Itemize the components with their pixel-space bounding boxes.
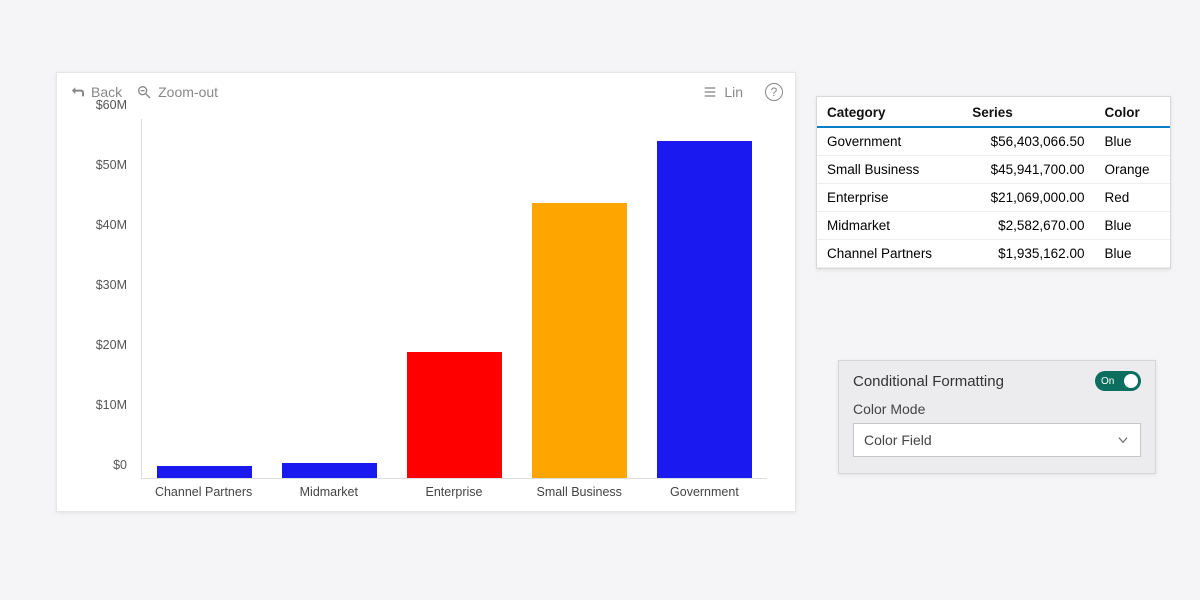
table-row[interactable]: Small Business$45,941,700.00Orange — [817, 156, 1170, 184]
toggle-state-label: On — [1101, 376, 1114, 387]
zoom-out-button[interactable]: Zoom-out — [136, 84, 218, 100]
bar-channel-partners[interactable] — [157, 466, 252, 478]
zoom-out-label: Zoom-out — [158, 84, 218, 100]
y-tick: $40M — [77, 218, 127, 232]
zoom-out-icon — [136, 84, 152, 100]
plot-area: $0$10M$20M$30M$40M$50M$60M — [77, 119, 775, 479]
list-icon — [702, 84, 718, 100]
format-title: Conditional Formatting — [853, 373, 1004, 390]
cell-category: Enterprise — [817, 184, 962, 212]
bar-enterprise[interactable] — [407, 352, 502, 478]
cell-series: $21,069,000.00 — [962, 184, 1094, 212]
data-table-body: Government$56,403,066.50BlueSmall Busine… — [817, 127, 1170, 268]
cell-series: $45,941,700.00 — [962, 156, 1094, 184]
bar-wrap — [642, 119, 767, 478]
table-row[interactable]: Enterprise$21,069,000.00Red — [817, 184, 1170, 212]
x-label: Enterprise — [391, 485, 516, 499]
th-series: Series — [962, 97, 1094, 127]
y-tick: $10M — [77, 398, 127, 412]
toggle-knob — [1124, 374, 1138, 388]
th-category: Category — [817, 97, 962, 127]
x-label: Government — [642, 485, 767, 499]
bar-wrap — [517, 119, 642, 478]
y-tick: $20M — [77, 338, 127, 352]
y-axis: $0$10M$20M$30M$40M$50M$60M — [77, 119, 133, 479]
y-tick: $0 — [77, 458, 127, 472]
conditional-formatting-toggle[interactable]: On — [1095, 371, 1141, 391]
bar-small-business[interactable] — [532, 203, 627, 478]
x-label: Small Business — [517, 485, 642, 499]
cell-series: $2,582,670.00 — [962, 212, 1094, 240]
color-mode-dropdown[interactable]: Color Field — [853, 423, 1141, 457]
dropdown-value: Color Field — [864, 432, 932, 448]
table-row[interactable]: Channel Partners$1,935,162.00Blue — [817, 240, 1170, 268]
bar-midmarket[interactable] — [282, 463, 377, 478]
bar-government[interactable] — [657, 141, 752, 478]
table-row[interactable]: Government$56,403,066.50Blue — [817, 127, 1170, 156]
data-table: Category Series Color Government$56,403,… — [817, 97, 1170, 268]
table-row[interactable]: Midmarket$2,582,670.00Blue — [817, 212, 1170, 240]
cell-color: Blue — [1094, 212, 1170, 240]
cell-series: $56,403,066.50 — [962, 127, 1094, 156]
bar-wrap — [392, 119, 517, 478]
x-label: Midmarket — [266, 485, 391, 499]
format-panel: Conditional Formatting On Color Mode Col… — [838, 360, 1156, 474]
cell-category: Channel Partners — [817, 240, 962, 268]
cell-color: Orange — [1094, 156, 1170, 184]
lin-label: Lin — [724, 84, 743, 100]
chevron-down-icon — [1116, 433, 1130, 447]
x-label: Channel Partners — [141, 485, 266, 499]
x-axis-labels: Channel PartnersMidmarketEnterpriseSmall… — [141, 485, 767, 499]
color-mode-label: Color Mode — [853, 401, 1141, 417]
chart-toolbar: Back Zoom-out Lin ? — [57, 73, 795, 111]
cell-category: Small Business — [817, 156, 962, 184]
help-icon[interactable]: ? — [765, 83, 783, 101]
cell-color: Red — [1094, 184, 1170, 212]
bars-container — [141, 119, 767, 479]
format-header: Conditional Formatting On — [853, 371, 1141, 391]
y-tick: $30M — [77, 278, 127, 292]
cell-series: $1,935,162.00 — [962, 240, 1094, 268]
th-color: Color — [1094, 97, 1170, 127]
y-tick: $50M — [77, 158, 127, 172]
cell-color: Blue — [1094, 127, 1170, 156]
bar-wrap — [267, 119, 392, 478]
bar-wrap — [142, 119, 267, 478]
chart-card: Back Zoom-out Lin ? $0 $10M $20M $30M $40M $5… — [56, 72, 796, 512]
y-tick: $60M — [77, 98, 127, 112]
cell-category: Government — [817, 127, 962, 156]
lin-toggle[interactable]: Lin — [702, 84, 743, 100]
data-table-card: Category Series Color Government$56,403,… — [816, 96, 1171, 269]
cell-category: Midmarket — [817, 212, 962, 240]
cell-color: Blue — [1094, 240, 1170, 268]
